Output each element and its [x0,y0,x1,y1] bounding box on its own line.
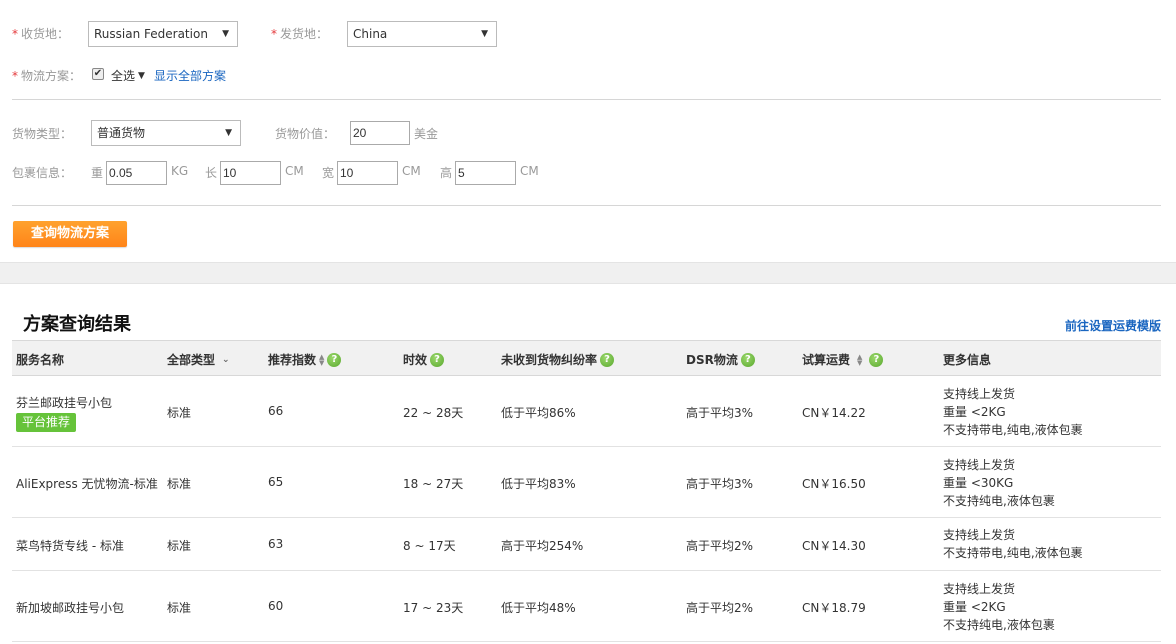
origin-select[interactable]: China ▼ [347,21,497,47]
shipping-template-link[interactable]: 前往设置运费模版 [1065,317,1161,334]
sort-icon[interactable]: ▲ ▼ [319,353,324,366]
chevron-down-icon: ⌄ [222,354,230,365]
dsr: 高于平均2% [686,539,754,553]
width-input[interactable]: 10 [337,161,398,185]
more-info: 支持线上发货 重量 <30KG 不支持纯电,液体包裹 [943,458,1055,508]
score: 66 [268,404,284,418]
width-label: 宽 [322,166,335,180]
col-score[interactable]: 推荐指数 ▲ ▼? [268,351,342,368]
score: 65 [268,475,284,489]
select-all-checkbox[interactable]: ✔ [92,68,104,80]
dsr: 高于平均3% [686,406,754,420]
table-row: 新加坡邮政挂号小包 标准 60 17 ~ 23天 低于平均48% 高于平均2% … [12,571,1161,642]
recommended-badge: 平台推荐 [16,413,77,432]
weight-label: 重 [91,166,104,180]
fee: CN￥14.22 [802,406,866,420]
col-service: 服务名称 [16,353,65,367]
delivery-time: 8 ~ 17天 [403,539,456,553]
table-row: 菜鸟特货专线 - 标准 标准 63 8 ~ 17天 高于平均254% 高于平均2… [12,518,1161,571]
fee: CN￥18.79 [802,601,866,615]
col-dispute-rate: 未收到货物纠纷率? [501,351,615,368]
dispute-rate: 高于平均254% [501,539,584,553]
service-name: 新加坡邮政挂号小包 [16,601,125,615]
show-all-plans-link[interactable]: 显示全部方案 [154,67,226,84]
delivery-time: 22 ~ 28天 [403,406,464,420]
dropdown-arrow-icon: ▼ [222,29,229,39]
origin-label: * 发货地： [271,27,329,41]
more-info: 支持线上发货 重量 <2KG 不支持带电,纯电,液体包裹 [943,387,1083,437]
sort-icon[interactable]: ▲ ▼ [857,353,862,366]
results-title: 方案查询结果 [23,314,131,335]
dispute-rate: 低于平均83% [501,477,576,491]
delivery-time: 17 ~ 23天 [403,601,464,615]
service-name: 菜鸟特货专线 - 标准 [16,539,124,553]
weight-unit: KG [171,164,189,178]
query-logistics-button[interactable]: 查询物流方案 [13,221,127,247]
col-time: 时效? [403,351,445,368]
service-type: 标准 [167,406,192,420]
length-unit: CM [285,164,304,178]
dropdown-arrow-icon: ▼ [481,29,488,39]
package-info-label: 包裹信息： [12,166,73,180]
height-input[interactable]: 5 [455,161,516,185]
results-table-header: 服务名称 全部类型 ⌄ 推荐指数 ▲ ▼? 时效? 未收到货物纠纷率? DSR物流? … [12,340,1161,376]
fee: CN￥16.50 [802,477,866,491]
fee: CN￥14.30 [802,539,866,553]
col-fee[interactable]: 试算运费 ▲ ▼? [802,351,884,368]
dsr: 高于平均2% [686,601,754,615]
col-type-filter[interactable]: 全部类型 ⌄ [167,351,230,368]
score: 63 [268,537,284,551]
caret-down-icon: ▼ [138,70,145,81]
dispute-rate: 低于平均48% [501,601,576,615]
dropdown-arrow-icon: ▼ [225,128,232,138]
help-icon[interactable]: ? [600,352,615,367]
divider [12,99,1161,100]
length-input[interactable]: 10 [220,161,281,185]
delivery-time: 18 ~ 27天 [403,477,464,491]
length-label: 长 [205,166,218,180]
width-unit: CM [402,164,421,178]
cargo-value-input[interactable]: 20 [350,121,410,145]
table-row: 芬兰邮政挂号小包 平台推荐 标准 66 22 ~ 28天 低于平均86% 高于平… [12,376,1161,447]
help-icon[interactable]: ? [869,352,884,367]
cargo-type-label: 货物类型： [12,127,73,141]
col-dsr: DSR物流? [686,351,755,368]
help-icon[interactable]: ? [740,352,755,367]
logistics-plan-label: * 物流方案： [12,69,82,83]
height-label: 高 [440,166,453,180]
service-type: 标准 [167,601,192,615]
destination-select[interactable]: Russian Federation ▼ [88,21,238,47]
more-info: 支持线上发货 重量 <2KG 不支持纯电,液体包裹 [943,582,1055,632]
table-row: AliExpress 无忧物流-标准 标准 65 18 ~ 27天 低于平均83… [12,447,1161,518]
select-all-dropdown[interactable]: 全选 ▼ [111,67,145,84]
dispute-rate: 低于平均86% [501,406,576,420]
service-type: 标准 [167,477,192,491]
weight-input[interactable]: 0.05 [106,161,167,185]
service-name: 芬兰邮政挂号小包 平台推荐 [16,394,112,432]
cargo-value-unit: 美金 [414,127,439,141]
cargo-type-select[interactable]: 普通货物 ▼ [91,120,241,146]
section-separator [0,262,1176,284]
help-icon[interactable]: ? [430,352,445,367]
destination-label: * 收货地： [12,27,70,41]
divider [12,205,1161,206]
col-more-info: 更多信息 [943,353,992,367]
service-type: 标准 [167,539,192,553]
dsr: 高于平均3% [686,477,754,491]
more-info: 支持线上发货 不支持带电,纯电,液体包裹 [943,528,1083,560]
score: 60 [268,599,284,613]
cargo-value-label: 货物价值： [275,127,336,141]
help-icon[interactable]: ? [327,352,342,367]
service-name: AliExpress 无忧物流-标准 [16,477,158,491]
height-unit: CM [520,164,539,178]
